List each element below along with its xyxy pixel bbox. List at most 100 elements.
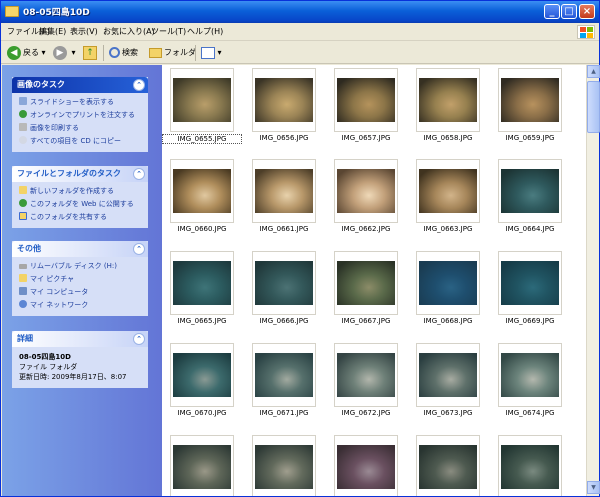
thumbnail-item[interactable] — [170, 435, 234, 496]
thumbnail-label[interactable]: IMG_0663.JPG — [408, 225, 488, 233]
close-button[interactable]: × — [579, 4, 595, 19]
other-places-header[interactable]: その他 ⌃ — [12, 241, 148, 257]
thumbnail-label[interactable]: IMG_0668.JPG — [408, 317, 488, 325]
thumbnail-item[interactable] — [416, 435, 480, 496]
thumbnail-item[interactable] — [170, 159, 234, 223]
forward-arrow-icon: ▶ — [53, 45, 67, 60]
thumbnail-item[interactable] — [498, 251, 562, 315]
back-arrow-icon: ◀ — [7, 45, 21, 60]
file-folder-tasks-panel: ファイルとフォルダのタスク ⌃ 新しいフォルダを作成する このフォルダを Web… — [12, 166, 148, 228]
vertical-scrollbar[interactable]: ▲ ▼ — [586, 65, 600, 496]
thumbnail-image — [173, 261, 231, 305]
minimize-button[interactable]: _ — [544, 4, 560, 19]
file-folder-tasks-header[interactable]: ファイルとフォルダのタスク ⌃ — [12, 166, 148, 182]
folders-label: フォルダ — [164, 48, 196, 57]
task-order-prints[interactable]: オンラインでプリントを注文する — [19, 109, 143, 122]
thumbnail-label[interactable]: IMG_0658.JPG — [408, 134, 488, 142]
thumbnail-item[interactable] — [252, 343, 316, 407]
thumbnail-label[interactable]: IMG_0670.JPG — [162, 409, 242, 417]
thumbnail-label[interactable]: IMG_0656.JPG — [244, 134, 324, 142]
place-label: マイ ネットワーク — [30, 301, 89, 309]
menu-tools[interactable]: ツール(T) — [151, 26, 186, 37]
thumbnail-item[interactable] — [170, 68, 234, 132]
place-removable-disk[interactable]: リムーバブル ディスク (H:) — [19, 260, 143, 273]
up-folder-button[interactable]: ↑ — [83, 45, 97, 61]
thumbnail-item[interactable] — [170, 343, 234, 407]
thumbnail-label[interactable]: IMG_0662.JPG — [326, 225, 406, 233]
task-new-folder[interactable]: 新しいフォルダを作成する — [19, 185, 143, 198]
place-my-computer[interactable]: マイ コンピュータ — [19, 286, 143, 299]
task-slideshow[interactable]: スライドショーを表示する — [19, 96, 143, 109]
thumbnail-item[interactable] — [498, 343, 562, 407]
thumbnail-item[interactable] — [170, 251, 234, 315]
thumbnail-item[interactable] — [416, 159, 480, 223]
menu-view[interactable]: 表示(V) — [70, 26, 98, 37]
thumbnail-label[interactable]: IMG_0659.JPG — [490, 134, 570, 142]
thumbnail-item[interactable] — [416, 343, 480, 407]
thumbnail-image — [173, 169, 231, 213]
scroll-down-button[interactable]: ▼ — [587, 481, 600, 494]
thumbnail-label[interactable]: IMG_0673.JPG — [408, 409, 488, 417]
menu-favorites[interactable]: お気に入り(A) — [103, 26, 155, 37]
thumbnail-label[interactable]: IMG_0665.JPG — [162, 317, 242, 325]
thumbnail-item[interactable] — [498, 68, 562, 132]
thumbnail-label[interactable]: IMG_0672.JPG — [326, 409, 406, 417]
title-bar[interactable]: 08-05四島10D _ □ × — [1, 1, 599, 23]
task-publish-web[interactable]: このフォルダを Web に公開する — [19, 198, 143, 211]
removable-disk-icon — [19, 264, 27, 269]
thumbnail-image — [255, 261, 313, 305]
thumbnail-item[interactable] — [252, 159, 316, 223]
menu-help[interactable]: ヘルプ(H) — [187, 26, 223, 37]
thumbnail-label[interactable]: IMG_0669.JPG — [490, 317, 570, 325]
collapse-chevron-icon[interactable]: ⌃ — [133, 333, 145, 345]
task-print[interactable]: 画像を印刷する — [19, 122, 143, 135]
thumbnail-label[interactable]: IMG_0666.JPG — [244, 317, 324, 325]
place-label: マイ コンピュータ — [30, 288, 89, 296]
thumbnail-label[interactable]: IMG_0657.JPG — [326, 134, 406, 142]
forward-button[interactable]: ▶ ▾ — [53, 45, 76, 61]
collapse-chevron-icon[interactable]: ⌃ — [133, 168, 145, 180]
thumbnail-item[interactable] — [252, 68, 316, 132]
thumbnail-label[interactable]: IMG_0660.JPG — [162, 225, 242, 233]
thumbnail-item[interactable] — [334, 159, 398, 223]
task-share-folder[interactable]: このフォルダを共有する — [19, 211, 143, 224]
views-button[interactable]: ▾ — [201, 45, 222, 61]
maximize-button[interactable]: □ — [561, 4, 577, 19]
globe-icon — [19, 110, 27, 118]
thumbnail-item[interactable] — [334, 435, 398, 496]
thumbnail-item[interactable] — [498, 435, 562, 496]
thumbnail-label[interactable]: IMG_0674.JPG — [490, 409, 570, 417]
thumbnail-item[interactable] — [252, 251, 316, 315]
place-my-network[interactable]: マイ ネットワーク — [19, 299, 143, 312]
thumbnail-label[interactable]: IMG_0671.JPG — [244, 409, 324, 417]
image-tasks-header[interactable]: 画像のタスク ⌃ — [12, 77, 148, 93]
thumbnail-image — [501, 261, 559, 305]
thumbnail-item[interactable] — [416, 251, 480, 315]
task-copy-cd[interactable]: すべての項目を CD にコピー — [19, 135, 143, 148]
scroll-up-button[interactable]: ▲ — [587, 65, 600, 78]
folders-button[interactable]: フォルダ — [149, 45, 196, 61]
menu-edit[interactable]: 編集(E) — [39, 26, 66, 37]
search-button[interactable]: 検索 — [109, 45, 138, 61]
thumbnail-view[interactable]: IMG_0655.JPG IMG_0656.JPG IMG_0657.JPG IMG_… — [162, 65, 586, 496]
search-label: 検索 — [122, 48, 138, 57]
place-label: リムーバブル ディスク (H:) — [30, 262, 117, 270]
printer-icon — [19, 123, 27, 131]
thumbnail-item[interactable] — [334, 343, 398, 407]
thumbnail-label[interactable]: IMG_0664.JPG — [490, 225, 570, 233]
thumbnail-label[interactable]: IMG_0661.JPG — [244, 225, 324, 233]
thumbnail-item[interactable] — [252, 435, 316, 496]
collapse-chevron-icon[interactable]: ⌃ — [133, 243, 145, 255]
thumbnail-item[interactable] — [334, 68, 398, 132]
thumbnail-label[interactable]: IMG_0655.JPG — [162, 134, 242, 144]
thumbnail-item[interactable] — [416, 68, 480, 132]
details-header[interactable]: 詳細 ⌃ — [12, 331, 148, 347]
scroll-thumb[interactable] — [587, 81, 600, 133]
thumbnail-image — [255, 78, 313, 122]
thumbnail-label[interactable]: IMG_0667.JPG — [326, 317, 406, 325]
collapse-chevron-icon[interactable]: ⌃ — [133, 79, 145, 91]
back-button[interactable]: ◀ 戻る ▾ — [7, 45, 46, 61]
thumbnail-item[interactable] — [498, 159, 562, 223]
place-my-pictures[interactable]: マイ ピクチャ — [19, 273, 143, 286]
thumbnail-item[interactable] — [334, 251, 398, 315]
